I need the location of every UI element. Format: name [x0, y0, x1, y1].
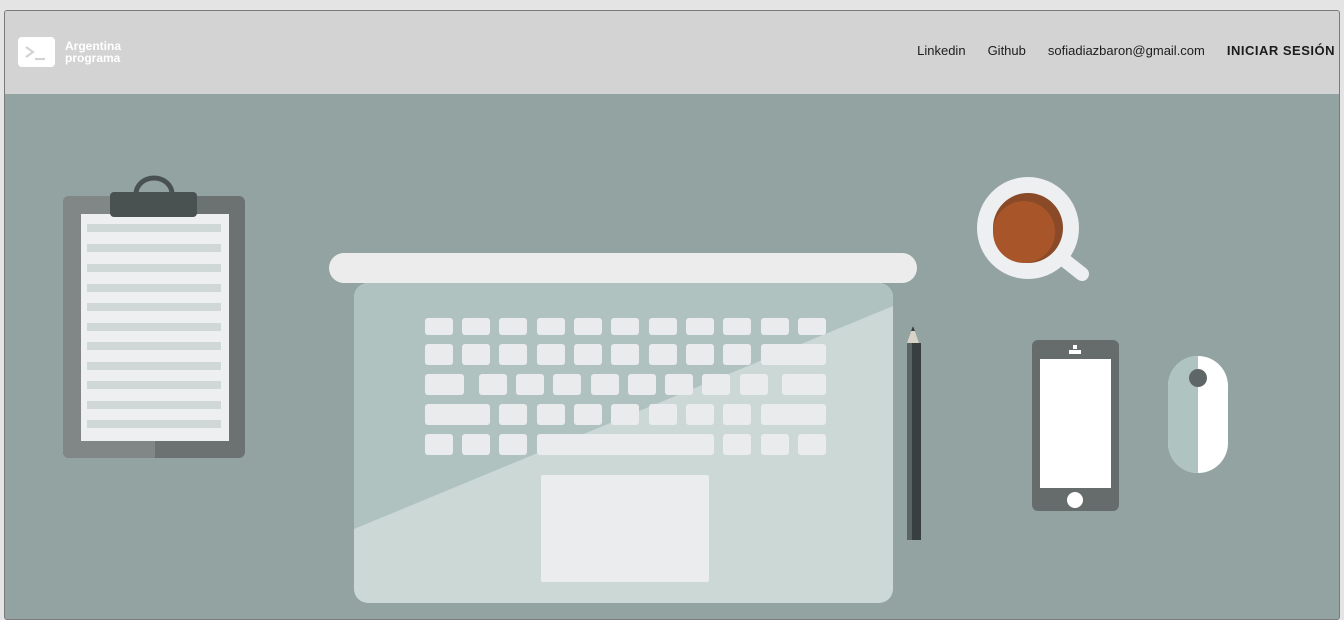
- brand-name: Argentina programa: [65, 40, 121, 64]
- pencil-icon: [907, 326, 921, 540]
- nav-links: Linkedin Github sofiadiazbaron@gmail.com…: [895, 43, 1335, 58]
- hero-banner: [5, 94, 1339, 619]
- email-link[interactable]: sofiadiazbaron@gmail.com: [1048, 43, 1205, 58]
- laptop-icon: [329, 253, 917, 603]
- brand-logo[interactable]: Argentina programa: [18, 37, 121, 67]
- login-button[interactable]: INICIAR SESIÓN: [1227, 43, 1335, 58]
- mouse-icon: [1168, 356, 1228, 473]
- github-link[interactable]: Github: [988, 43, 1026, 58]
- smartphone-icon: [1032, 340, 1119, 511]
- desk-workspace-illustration: [63, 175, 1228, 603]
- navbar: Argentina programa Linkedin Github sofia…: [5, 11, 1339, 94]
- clipboard-icon: [63, 175, 245, 458]
- coffee-cup-icon: [977, 177, 1089, 281]
- terminal-icon: [18, 37, 55, 67]
- browser-page: Argentina programa Linkedin Github sofia…: [4, 10, 1340, 620]
- linkedin-link[interactable]: Linkedin: [917, 43, 965, 58]
- brand-line-2: programa: [65, 51, 121, 65]
